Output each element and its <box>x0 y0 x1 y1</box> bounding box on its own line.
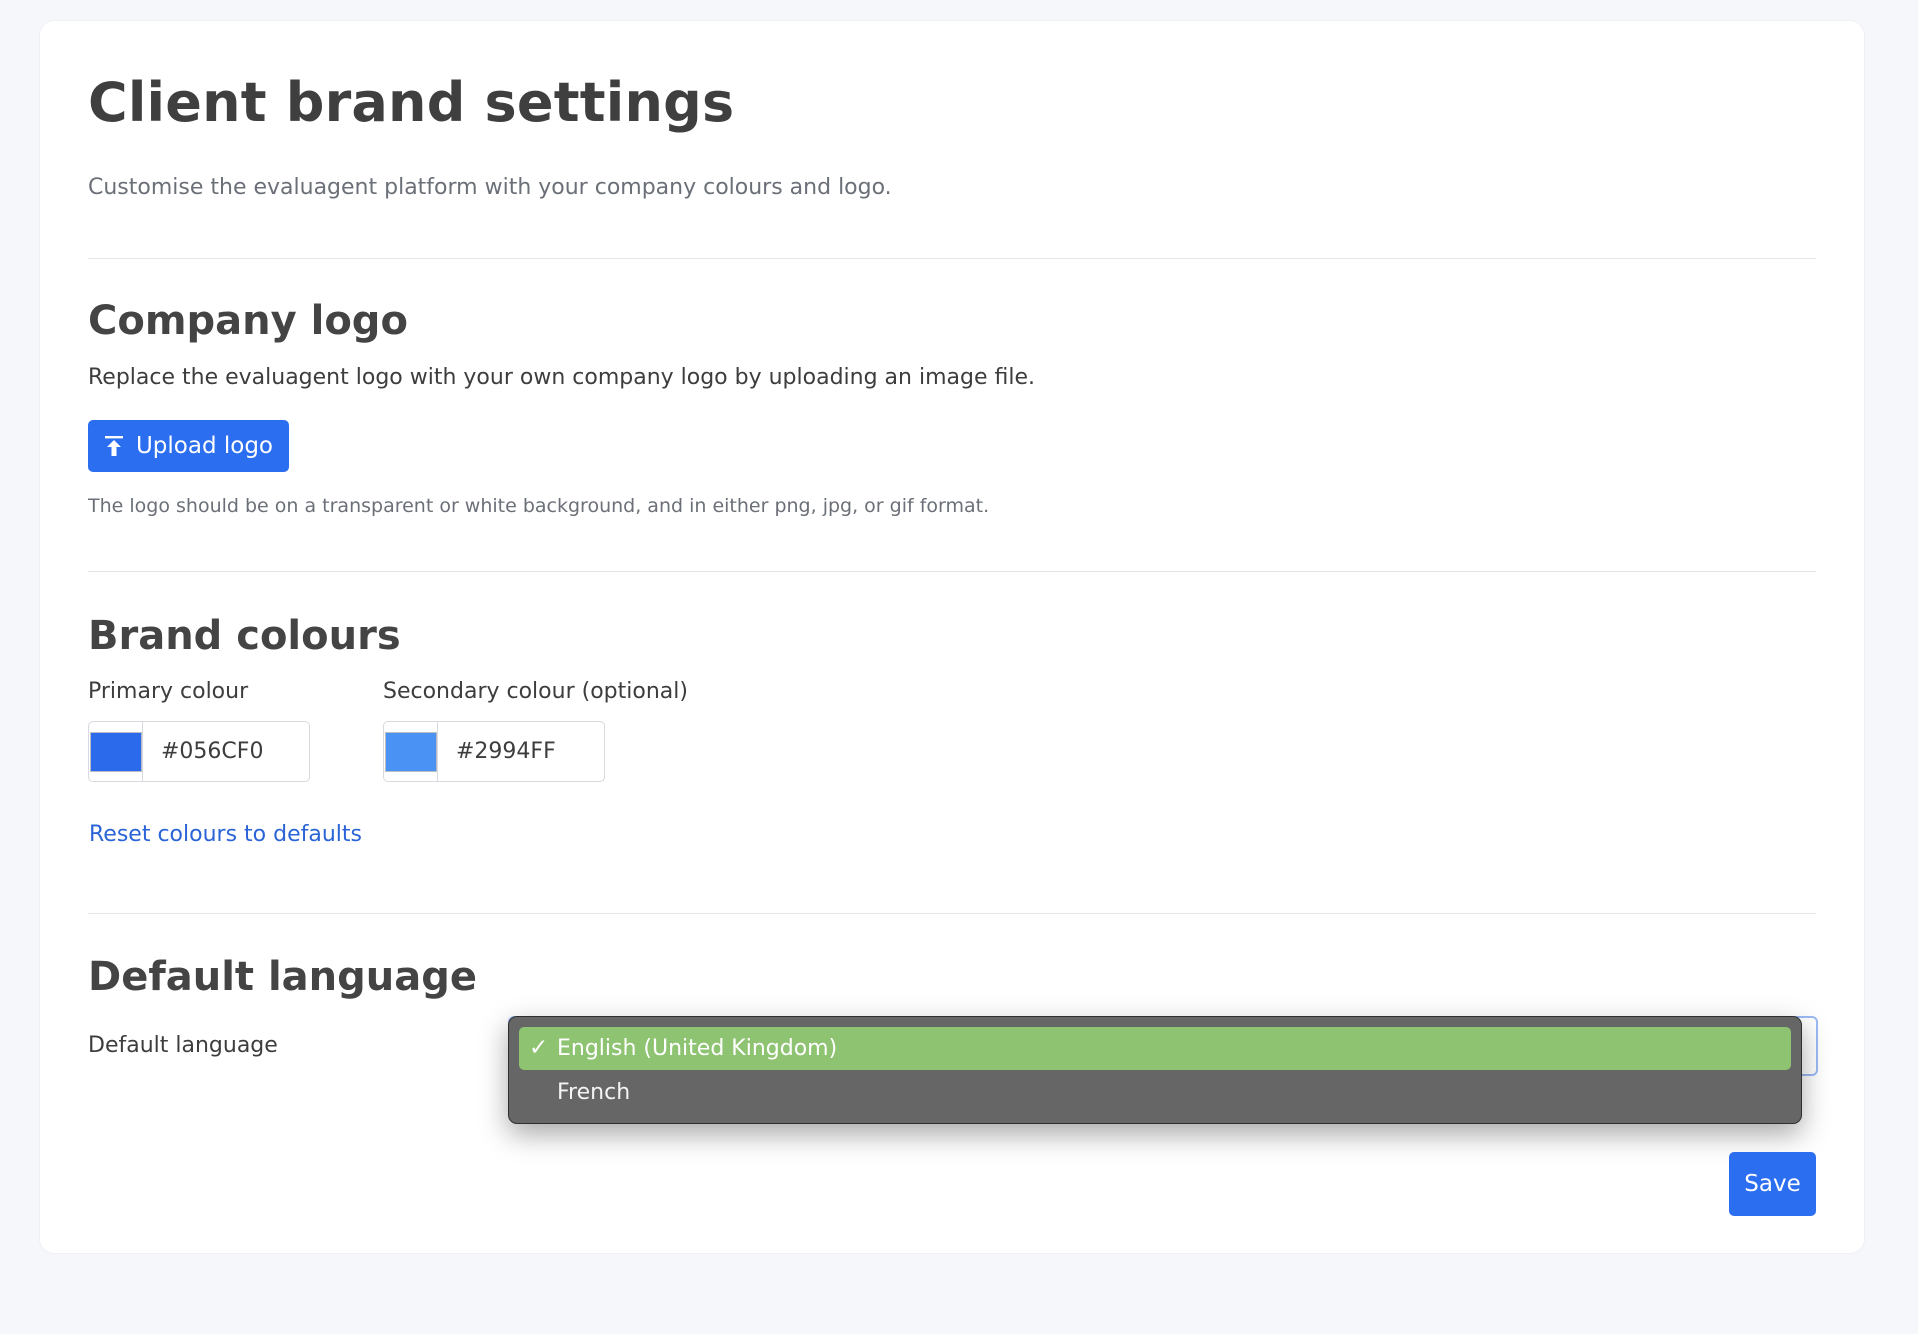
upload-logo-label: Upload logo <box>135 433 274 459</box>
primary-colour-picker[interactable] <box>89 722 143 781</box>
checkmark-icon: ✓ <box>529 1035 549 1061</box>
language-option-label: English (United Kingdom) <box>557 1036 838 1061</box>
company-logo-heading: Company logo <box>88 298 408 344</box>
primary-colour-swatch[interactable] <box>89 731 142 772</box>
upload-icon <box>104 436 123 456</box>
divider <box>88 913 1816 914</box>
language-option-label: French <box>557 1080 631 1105</box>
secondary-colour-picker[interactable] <box>384 722 438 781</box>
upload-logo-button[interactable]: Upload logo <box>88 420 289 472</box>
brand-colours-heading: Brand colours <box>88 613 401 659</box>
reset-colours-link[interactable]: Reset colours to defaults <box>89 820 362 850</box>
primary-colour-label: Primary colour <box>88 679 249 704</box>
primary-colour-input[interactable] <box>143 722 309 781</box>
logo-help-text: The logo should be on a transparent or w… <box>88 495 990 517</box>
language-dropdown-menu: ✓ English (United Kingdom) French <box>508 1016 1802 1124</box>
page-subtitle: Customise the evaluagent platform with y… <box>88 175 892 200</box>
company-logo-description: Replace the evaluagent logo with your ow… <box>88 365 1035 390</box>
primary-colour-field <box>88 721 310 782</box>
save-button[interactable]: Save <box>1729 1152 1816 1216</box>
secondary-colour-swatch[interactable] <box>384 731 437 772</box>
divider <box>88 571 1816 572</box>
default-language-label: Default language <box>88 1033 278 1058</box>
divider <box>88 258 1816 259</box>
language-option-french[interactable]: French <box>519 1071 1791 1114</box>
default-language-heading: Default language <box>88 954 478 1000</box>
secondary-colour-field <box>383 721 605 782</box>
page-title: Client brand settings <box>88 71 735 134</box>
language-option-english[interactable]: ✓ English (United Kingdom) <box>519 1027 1791 1070</box>
secondary-colour-input[interactable] <box>438 722 604 781</box>
secondary-colour-label: Secondary colour (optional) <box>383 679 688 704</box>
